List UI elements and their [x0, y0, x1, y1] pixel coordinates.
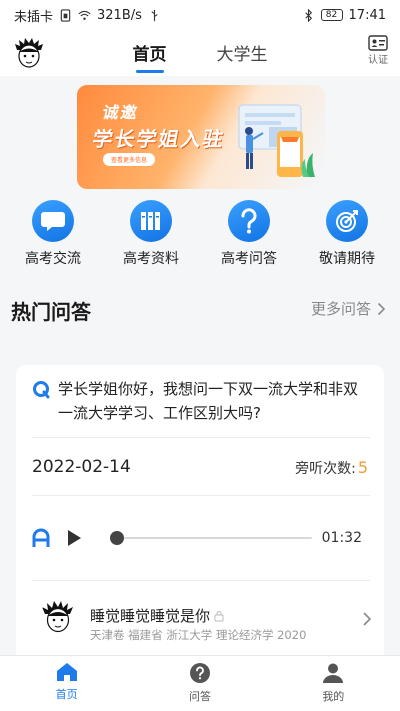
question-date: 2022-02-14 [32, 457, 131, 477]
nav-home[interactable]: 首页 [27, 656, 107, 711]
divider [32, 580, 370, 581]
entry-icon-circle [130, 200, 172, 242]
tab-home[interactable]: 首页 [133, 40, 167, 73]
usb-icon [151, 9, 158, 21]
audio-player: 01:32 [32, 525, 362, 551]
sim-status: 未插卡 [14, 9, 54, 25]
banner-line2: 学长学姐入驻 [90, 127, 227, 151]
answerer-name-row: 睡觉睡觉睡觉是你 [90, 605, 224, 626]
entry-label: 高考问答 [221, 251, 277, 267]
entry-label: 高考交流 [25, 251, 81, 267]
person-icon [323, 663, 344, 683]
answerer-name: 睡觉睡觉睡觉是你 [90, 607, 211, 625]
answerer-row[interactable]: 睡觉睡觉睡觉是你 天津卷 福建省 浙江大学 理论经济学 2020 [32, 597, 372, 645]
status-bar: 未插卡 321B/s 82 17:41 [0, 0, 400, 30]
entry-label: 敬请期待 [319, 251, 375, 267]
battery-indicator: 82 [320, 9, 343, 21]
nav-label: 问答 [188, 690, 211, 703]
verify-label: 认证 [368, 55, 388, 66]
entry-icon-circle [228, 200, 270, 242]
clock: 17:41 [348, 7, 386, 23]
nav-qa[interactable]: 问答 [160, 656, 240, 711]
question-row: 学长学姐你好，我想问一下双一流大学和非双一流大学学习、工作区别大吗? [32, 377, 372, 425]
answerer-info: 天津卷 福建省 浙江大学 理论经济学 2020 [90, 628, 307, 642]
more-qa-label: 更多问答 [310, 300, 371, 318]
question-circle-icon [189, 663, 210, 683]
section-title: 热门问答 [11, 300, 91, 324]
tab-college-students[interactable]: 大学生 [217, 40, 268, 73]
question-mark-q-icon [33, 381, 50, 399]
entry-icon-circle [326, 200, 368, 242]
play-icon[interactable] [66, 529, 82, 547]
qa-card[interactable]: 学长学姐你好，我想问一下双一流大学和非双一流大学学习、工作区别大吗? 2022-… [16, 365, 384, 665]
wifi-icon [78, 10, 91, 20]
target-icon [336, 210, 358, 232]
chevron-right-icon [363, 612, 372, 626]
answerer-avatar [40, 599, 76, 635]
chat-bubble-icon [41, 212, 65, 231]
divider [32, 437, 370, 438]
banner-more-button[interactable]: 查看更多信息 [103, 153, 156, 166]
entry-icon-circle [32, 200, 74, 242]
audio-duration: 01:32 [321, 530, 362, 546]
home-icon [56, 663, 77, 681]
answerer-avatar-illustration [42, 601, 73, 633]
nav-label: 我的 [322, 690, 345, 703]
banner-illustration [238, 104, 315, 177]
promo-banner[interactable]: 诚邀 学长学姐入驻 查看更多信息 [77, 85, 325, 189]
chevron-right-icon [377, 302, 386, 315]
progress-track[interactable] [116, 537, 312, 539]
question-text: 学长学姐你好，我想问一下双一流大学和非双一流大学学习、工作区别大吗? [58, 380, 359, 422]
quick-entries: 高考交流 高考资料 高考问答 敬请期待 [0, 200, 400, 270]
divider [32, 495, 370, 496]
entry-gaokao-materials[interactable]: 高考资料 [106, 200, 196, 270]
top-tabs: 首页 大学生 [0, 40, 400, 73]
entry-coming-soon[interactable]: 敬请期待 [302, 200, 392, 270]
bottom-nav: 首页 问答 我的 [0, 655, 400, 711]
nav-profile[interactable]: 我的 [293, 656, 373, 711]
lock-icon [214, 610, 224, 621]
entry-gaokao-exchange[interactable]: 高考交流 [8, 200, 98, 270]
nav-label: 首页 [55, 688, 78, 701]
banner-line1: 诚邀 [101, 103, 141, 122]
listen-label: 旁听次数: [295, 461, 356, 477]
entry-label: 高考资料 [123, 251, 179, 267]
sim-icon [60, 8, 71, 22]
answer-a-icon [32, 528, 50, 547]
more-qa-link[interactable]: 更多问答 [311, 298, 386, 319]
id-card-icon [368, 35, 388, 51]
network-speed: 321B/s [97, 7, 142, 23]
verify-button[interactable]: 认证 [366, 35, 390, 66]
progress-knob[interactable] [110, 531, 124, 545]
entry-gaokao-qa[interactable]: 高考问答 [204, 200, 294, 270]
listen-count: 旁听次数: 5 [295, 458, 368, 478]
bluetooth-icon [304, 8, 312, 22]
question-icon [241, 208, 257, 234]
listen-number: 5 [357, 458, 368, 477]
books-icon [141, 212, 160, 230]
top-header: 首页 大学生 认证 [0, 30, 400, 76]
